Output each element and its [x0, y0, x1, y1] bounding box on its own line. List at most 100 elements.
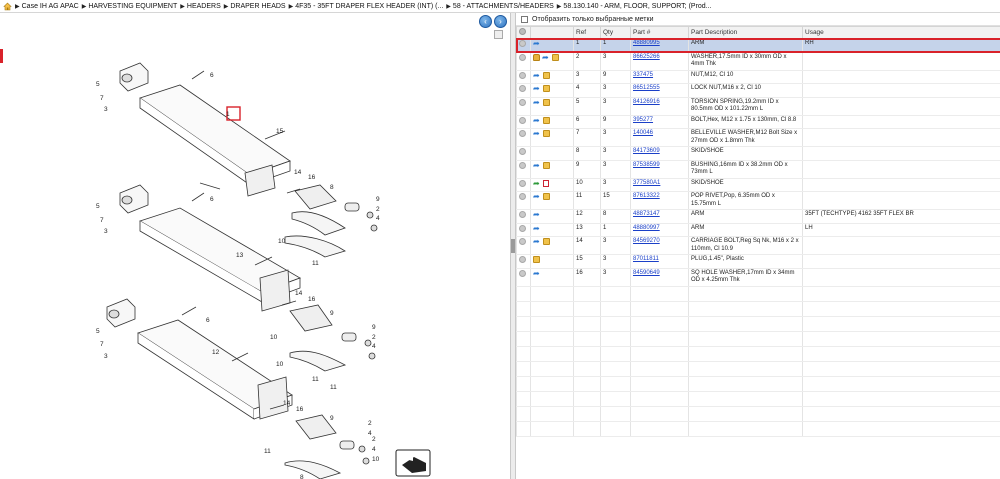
callout-label[interactable]: 9 [376, 196, 380, 203]
row-status-icon[interactable] [519, 40, 526, 47]
row-status-icon[interactable] [519, 116, 526, 124]
link-arrow-icon[interactable]: ➦ [542, 53, 550, 61]
row-status-icon[interactable] [519, 224, 526, 232]
row-select-icon[interactable] [516, 178, 531, 192]
callout-label[interactable]: 13 [236, 252, 244, 259]
part-number-link[interactable]: 86625266 [633, 54, 660, 60]
table-row[interactable]: ➦ 14 3 84569270 CARRIAGE BOLT,Reg Sq Nk, M16… [516, 236, 1000, 255]
link-arrow-icon[interactable]: ➦ [533, 98, 541, 106]
row-status-icon[interactable] [519, 85, 526, 92]
callout-label[interactable]: 3 [104, 353, 108, 360]
callout-label[interactable]: 6 [210, 196, 214, 203]
link-arrow-icon[interactable]: ➦ [533, 71, 541, 79]
callout-label[interactable]: 7 [100, 217, 104, 224]
part-number-link[interactable]: 337475 [633, 72, 653, 78]
part-number-link[interactable]: 84569270 [633, 238, 660, 244]
callout-label[interactable]: 4 [368, 430, 372, 437]
callout-label[interactable]: 14 [283, 400, 291, 407]
row-select-icon[interactable] [516, 236, 531, 255]
callout-label[interactable]: 7 [100, 341, 104, 348]
part-number-link[interactable]: 84126916 [633, 99, 660, 105]
table-row[interactable]: ➦ 1 1 48880995 ARM RH [515, 37, 1000, 53]
callout-label[interactable]: 2 [372, 334, 376, 341]
row-select-icon[interactable] [516, 83, 531, 98]
callout-label[interactable]: 15 [276, 128, 284, 135]
callout-label[interactable]: 14 [295, 290, 303, 297]
parts-box-icon[interactable] [543, 116, 550, 124]
table-row[interactable]: ➦ 2 3 86625266 WASHER,17.5mm ID x 30mm OD x … [516, 52, 1000, 71]
part-number-link[interactable]: 48873147 [633, 211, 660, 217]
table-row[interactable]: ➦ 10 3 377580A1 SKID/SHOE [516, 178, 1000, 192]
table-row[interactable]: ➦ 11 15 87613322 POP RIVET,Pop, 6.35mm OD x … [516, 191, 1000, 210]
table-row[interactable]: ➦ 3 9 337475 NUT,M12, Cl 10 [516, 70, 1000, 84]
show-selected-checkbox[interactable] [521, 15, 528, 23]
breadcrumb-item[interactable]: ▶ 4F35 - 35FT DRAPER FLEX HEADER (INT) (.… [289, 3, 444, 10]
part-number-link[interactable]: 86512555 [633, 85, 660, 91]
callout-label[interactable]: 16 [308, 296, 316, 303]
row-status-icon[interactable] [519, 211, 526, 218]
link-arrow-icon[interactable]: ➦ [533, 161, 541, 169]
callout-label[interactable]: 2 [372, 436, 376, 443]
parts-box-icon[interactable] [543, 85, 550, 92]
link-arrow-icon[interactable]: ➦ [533, 269, 541, 277]
callout-label[interactable]: 14 [294, 169, 302, 176]
callout-label[interactable]: 10 [276, 361, 284, 368]
parts-box-icon[interactable] [543, 161, 550, 169]
callout-label[interactable]: 11 [312, 376, 319, 383]
part-number-link[interactable]: 48880997 [633, 225, 660, 231]
link-arrow-icon[interactable]: ➦ [533, 238, 541, 246]
callout-label[interactable]: 3 [104, 106, 108, 113]
part-number-link[interactable]: 87613322 [633, 193, 660, 199]
row-status-icon[interactable] [519, 71, 526, 79]
breadcrumb-item[interactable]: ▶ DRAPER HEADS [224, 3, 286, 10]
table-row[interactable]: ➦ 13 1 48880997 ARM LH [516, 223, 1000, 237]
header-settings-icon[interactable] [516, 26, 531, 39]
header-usage[interactable]: Usage [802, 26, 1000, 39]
parts-box-icon[interactable] [552, 53, 559, 61]
part-number-link[interactable]: 395277 [633, 117, 653, 123]
parts-box-icon[interactable] [533, 256, 540, 263]
part-number-link[interactable]: 87011811 [633, 256, 659, 262]
breadcrumb-item[interactable]: ▶ Case IH AG APAC [15, 3, 79, 10]
callout-label[interactable]: 2 [376, 206, 380, 213]
callout-label[interactable]: 6 [210, 72, 214, 79]
row-select-icon[interactable] [516, 115, 531, 129]
breadcrumb-item[interactable]: ▶ HEADERS [180, 3, 220, 10]
callout-label[interactable]: 3 [104, 228, 108, 235]
callout-label[interactable]: 10 [270, 334, 278, 341]
part-number-link[interactable]: 140046 [633, 130, 653, 136]
next-page-icon[interactable] [395, 449, 431, 477]
table-row[interactable]: ➦ 16 3 84590649 SQ HOLE WASHER,17mm ID x 34m… [516, 268, 1000, 287]
parts-box-icon[interactable] [543, 238, 550, 245]
link-arrow-icon[interactable]: ➦ [533, 85, 541, 93]
callout-label[interactable]: 9 [372, 324, 376, 331]
row-status-icon[interactable] [519, 53, 526, 61]
splitter-grip[interactable] [511, 239, 515, 253]
row-select-icon[interactable] [516, 191, 531, 210]
row-status-icon[interactable] [519, 161, 526, 169]
row-select-icon[interactable] [516, 160, 531, 179]
link-arrow-icon[interactable]: ➦ [533, 224, 541, 232]
part-number-link[interactable]: 87538599 [633, 162, 660, 168]
row-status-icon[interactable] [519, 193, 526, 200]
document-icon[interactable] [543, 179, 549, 187]
callout-label[interactable]: 10 [372, 456, 380, 463]
callout-label[interactable]: 4 [372, 446, 376, 453]
row-status-icon[interactable] [519, 98, 526, 106]
header-desc[interactable]: Part Description [688, 26, 803, 39]
callout-label[interactable]: 1 [226, 111, 230, 118]
part-number-link[interactable]: 48880995 [633, 40, 660, 46]
table-row[interactable]: ➦ 7 3 140046 BELLEVILLE WASHER,M12 Bolt Size… [516, 128, 1000, 147]
row-select-icon[interactable] [516, 268, 531, 287]
row-status-icon[interactable] [519, 179, 526, 187]
callout-label[interactable]: 5 [96, 328, 100, 335]
lock-icon[interactable] [533, 53, 540, 61]
link-arrow-icon[interactable]: ➦ [533, 193, 541, 201]
back-button[interactable]: ‹ [479, 15, 492, 28]
table-row[interactable]: 15 3 87011811 PLUG,1.45", Plastic [516, 254, 1000, 269]
diagram-toggle-icon[interactable] [494, 30, 503, 39]
parts-box-icon[interactable] [543, 193, 550, 200]
forward-button[interactable]: › [494, 15, 507, 28]
breadcrumb-item[interactable]: ▶ HARVESTING EQUIPMENT [82, 3, 178, 10]
table-row[interactable]: ➦ 12 8 48873147 ARM 35FT (TECHTYPE) 4162 35FT… [516, 209, 1000, 224]
